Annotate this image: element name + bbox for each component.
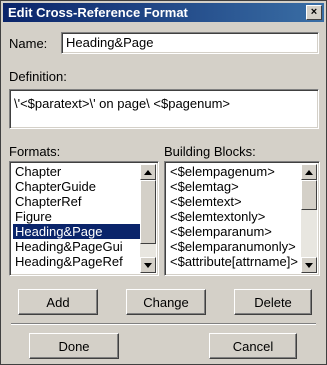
add-button-label: Add (46, 294, 70, 310)
done-button-label: Done (58, 338, 90, 354)
done-button[interactable]: Done (29, 333, 119, 359)
definition-input-value: \'<$paratext>\' on page\ <$pagenum> (14, 96, 231, 111)
building-block-item[interactable]: <$elemtag> (168, 179, 301, 194)
building-block-item[interactable]: <$elemparanum> (168, 224, 301, 239)
formats-item-selected[interactable]: Heading&Page (13, 224, 140, 239)
change-button-label: Change (143, 294, 189, 310)
name-input-value: Heading&Page (66, 35, 154, 50)
separator (11, 323, 316, 325)
building-block-item[interactable]: <$elemtextonly> (168, 209, 301, 224)
formats-label: Formats: (9, 144, 61, 159)
delete-button-label: Delete (254, 294, 292, 310)
add-button[interactable]: Add (18, 289, 98, 315)
scroll-down-icon[interactable] (140, 257, 156, 273)
building-blocks-list[interactable]: <$elempagenum> <$elemtag> <$elemtext> <$… (164, 161, 320, 276)
definition-label: Definition: (9, 69, 67, 84)
edit-cross-reference-dialog: Edit Cross-Reference Format × Name: Head… (0, 0, 327, 365)
formats-scrollbar[interactable] (140, 164, 156, 273)
building-block-item[interactable]: <$elemtext> (168, 194, 301, 209)
name-label: Name: (9, 36, 48, 51)
formats-item[interactable]: Heading&PageGui (13, 239, 140, 254)
building-block-item[interactable]: <$elemparanumonly> (168, 239, 301, 254)
scroll-thumb[interactable] (140, 180, 156, 244)
formats-item[interactable]: Chapter (13, 164, 140, 179)
formats-item[interactable]: Heading&PageRef (13, 254, 140, 269)
cancel-button-label: Cancel (232, 338, 274, 354)
scroll-thumb[interactable] (301, 180, 317, 210)
scroll-up-icon[interactable] (140, 164, 156, 180)
formats-item[interactable]: ChapterGuide (13, 179, 140, 194)
delete-button[interactable]: Delete (234, 289, 312, 315)
formats-item[interactable]: ChapterRef (13, 194, 140, 209)
close-icon[interactable]: × (306, 5, 322, 20)
building-block-item[interactable]: <$attribute[attrname]> (168, 254, 301, 269)
scroll-up-icon[interactable] (301, 164, 317, 180)
building-blocks-scrollbar[interactable] (301, 164, 317, 273)
formats-list[interactable]: Chapter ChapterGuide ChapterRef Figure H… (9, 161, 159, 276)
formats-item[interactable]: Figure (13, 209, 140, 224)
scroll-down-icon[interactable] (301, 257, 317, 273)
title-bar[interactable]: Edit Cross-Reference Format × (3, 3, 324, 22)
window-title: Edit Cross-Reference Format (8, 5, 188, 20)
change-button[interactable]: Change (126, 289, 206, 315)
name-input[interactable]: Heading&Page (61, 32, 319, 54)
definition-input[interactable]: \'<$paratext>\' on page\ <$pagenum> (9, 89, 319, 129)
cancel-button[interactable]: Cancel (209, 333, 297, 359)
building-blocks-label: Building Blocks: (164, 144, 256, 159)
building-block-item[interactable]: <$elempagenum> (168, 164, 301, 179)
